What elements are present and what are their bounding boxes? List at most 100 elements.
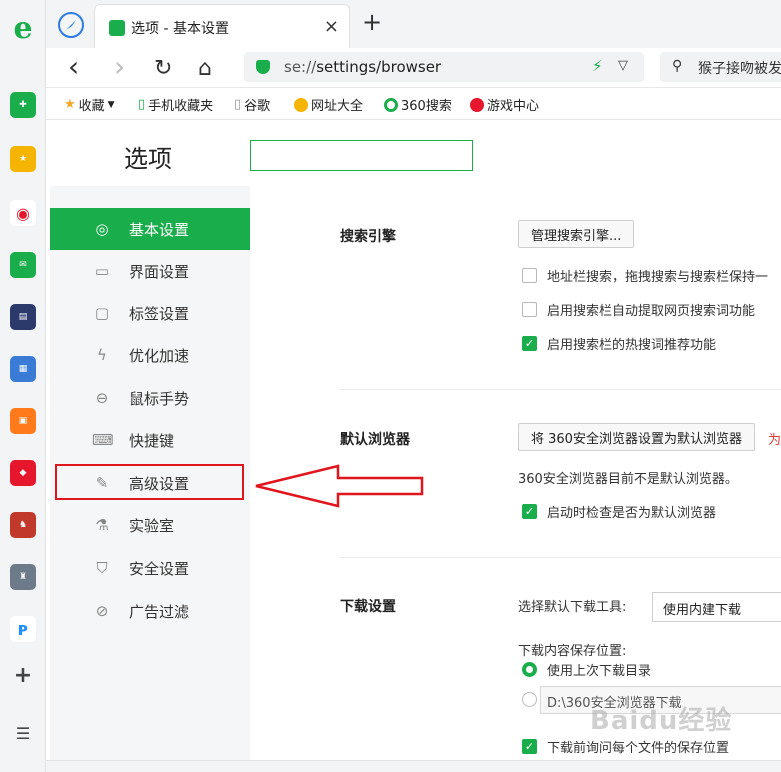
app-p-icon[interactable]: ᴘ	[10, 616, 36, 642]
download-location-label: 下载内容保存位置:	[518, 644, 627, 659]
sidebar-item-security[interactable]: ⛉ 安全设置	[50, 547, 250, 589]
sidebar-item-basic[interactable]: ◎ 基本设置	[50, 208, 250, 250]
menu-list-icon[interactable]: ☰	[10, 720, 36, 746]
search-box[interactable]: ⚲ 猴子接吻被发	[660, 52, 781, 82]
sidebar-item-mouse[interactable]: ⊖ 鼠标手势	[50, 377, 250, 419]
new-tab-button[interactable]: +	[362, 8, 382, 36]
app-doc-icon[interactable]: ▦	[10, 356, 36, 382]
app-rail: e ✚ ★ ◉ ✉ ▤ ▦ ▣ ◆ ♞ ♜ ᴘ + ☰	[0, 0, 46, 772]
app-game-icon[interactable]: ♞	[10, 512, 36, 538]
gear-icon: ◎	[95, 220, 109, 238]
checkbox-ask-location[interactable]: ✓ 下载前询问每个文件的保存位置	[522, 737, 729, 756]
sidebar-item-label: 安全设置	[129, 559, 190, 578]
sidebar-item-label: 广告过滤	[129, 602, 190, 621]
radio-button[interactable]	[522, 662, 537, 677]
bookmark-games[interactable]: 游戏中心	[470, 95, 539, 114]
settings-search-field[interactable]	[251, 141, 472, 170]
phone-icon: ▯	[138, 97, 146, 112]
block-icon: ⊘	[95, 602, 109, 620]
app-novel-icon[interactable]: ▣	[10, 408, 36, 434]
section-divider	[340, 557, 781, 558]
watermark: Baidu经验	[590, 706, 733, 736]
shield-icon: ⛉	[96, 559, 108, 577]
checkmark-icon[interactable]: ✓	[522, 504, 537, 519]
checkbox-box[interactable]	[522, 268, 537, 283]
chevron-down-icon[interactable]: ▽	[618, 58, 628, 73]
annotation-arrow	[255, 464, 424, 508]
sidebar-item-label: 鼠标手势	[129, 389, 190, 408]
search-icon: ⚲	[672, 58, 683, 74]
search-placeholder[interactable]: 猴子接吻被发	[698, 58, 781, 78]
bookmark-hao360[interactable]: 网址大全	[294, 95, 363, 114]
checkbox-auto-extract[interactable]: 启用搜索栏自动提取网页搜索词功能	[522, 300, 755, 319]
checkbox-box[interactable]	[522, 302, 537, 317]
app-game2-icon[interactable]: ♜	[10, 564, 36, 590]
sidebar-item-label: 快捷键	[129, 431, 175, 450]
tab-settings[interactable]: 选项 - 基本设置 ×	[94, 4, 350, 48]
sidebar-item-lab[interactable]: ⚗ 实验室	[50, 504, 250, 546]
checkbox-check-default[interactable]: ✓ 启动时检查是否为默认浏览器	[522, 502, 716, 521]
security-shield-icon	[256, 60, 270, 74]
lightning-icon[interactable]: ⚡	[592, 57, 603, 75]
app-mail-icon[interactable]: ✉	[10, 252, 36, 278]
checkbox-addressbar-search[interactable]: 地址栏搜索，拖拽搜索与搜索栏保持一	[522, 266, 768, 285]
sidebar-item-adblock[interactable]: ⊘ 广告过滤	[50, 590, 250, 632]
forward-button[interactable]: ›	[114, 50, 125, 83]
page-icon: ▯	[234, 97, 242, 112]
app-news-icon[interactable]: ▤	[10, 304, 36, 330]
set-default-browser-button[interactable]: 将 360安全浏览器设置为默认浏览器	[518, 423, 755, 451]
sidebar-item-shortcuts[interactable]: ⌨ 快捷键	[50, 419, 250, 461]
reload-button[interactable]: ↻	[154, 56, 172, 81]
radio-button[interactable]	[522, 692, 537, 707]
default-browser-hint: 为	[768, 433, 781, 448]
checkmark-icon[interactable]: ✓	[522, 739, 537, 754]
download-tool-label: 选择默认下载工具:	[518, 600, 627, 615]
bookmark-favorites[interactable]: ★ 收藏 ▼	[64, 95, 115, 114]
manage-search-engines-button[interactable]: 管理搜索引擎...	[518, 220, 635, 248]
star-icon: ★	[64, 97, 76, 112]
settings-search-input[interactable]	[250, 140, 473, 171]
checkmark-icon[interactable]: ✓	[522, 336, 537, 351]
tab-strip: 选项 - 基本设置 × +	[46, 0, 781, 48]
back-button[interactable]: ‹	[68, 50, 79, 83]
default-browser-title: 默认浏览器	[340, 432, 410, 448]
sidebar-item-tabs[interactable]: ▢ 标签设置	[50, 292, 250, 334]
tab-icon: ▢	[94, 304, 110, 322]
download-title: 下载设置	[340, 599, 396, 615]
sidebar-item-speed[interactable]: ϟ 优化加速	[50, 334, 250, 376]
close-tab-icon[interactable]: ×	[324, 16, 339, 37]
app-red-icon[interactable]: ◆	[10, 460, 36, 486]
globe-icon	[294, 97, 308, 112]
tab-title: 选项 - 基本设置	[131, 21, 229, 37]
browser-logo-icon[interactable]: e	[8, 14, 38, 44]
download-tool-select[interactable]: 使用内建下载	[652, 592, 781, 622]
url-text[interactable]: se://settings/browser	[284, 58, 441, 76]
sidebar-item-label: 优化加速	[129, 346, 190, 365]
dropdown-icon: ▼	[107, 99, 115, 110]
add-app-icon[interactable]: +	[10, 662, 36, 688]
compass-icon[interactable]	[58, 12, 84, 38]
home-button[interactable]: ⌂	[198, 56, 212, 81]
sidebar-item-label: 基本设置	[129, 220, 190, 239]
window-icon: ▭	[94, 262, 110, 280]
settings-favicon-icon	[109, 20, 125, 36]
game-icon	[470, 97, 484, 112]
app-green-icon[interactable]: ✚	[10, 92, 36, 118]
address-bar[interactable]: se://settings/browser ⚡ ▽	[244, 52, 644, 82]
sidebar-item-label: 界面设置	[129, 262, 190, 281]
sidebar-item-label: 实验室	[129, 516, 175, 535]
bookmark-mobile[interactable]: ▯ 手机收藏夹	[138, 95, 213, 114]
app-weibo-icon[interactable]: ◉	[10, 200, 36, 226]
radio-last-directory[interactable]: 使用上次下载目录	[522, 660, 651, 679]
keyboard-icon: ⌨	[92, 431, 114, 449]
default-browser-status: 360安全浏览器目前不是默认浏览器。	[518, 472, 738, 487]
checkbox-hot-words[interactable]: ✓ 启用搜索栏的热搜词推荐功能	[522, 334, 716, 353]
mouse-icon: ⊖	[95, 389, 109, 407]
app-star-icon[interactable]: ★	[10, 146, 36, 172]
bookmark-google[interactable]: ▯ 谷歌	[234, 95, 270, 114]
status-bar	[46, 760, 781, 772]
sidebar-item-ui[interactable]: ▭ 界面设置	[50, 250, 250, 292]
section-divider	[340, 389, 781, 390]
sidebar-item-label: 标签设置	[129, 304, 190, 323]
bookmark-360search[interactable]: 360搜索	[384, 95, 452, 114]
